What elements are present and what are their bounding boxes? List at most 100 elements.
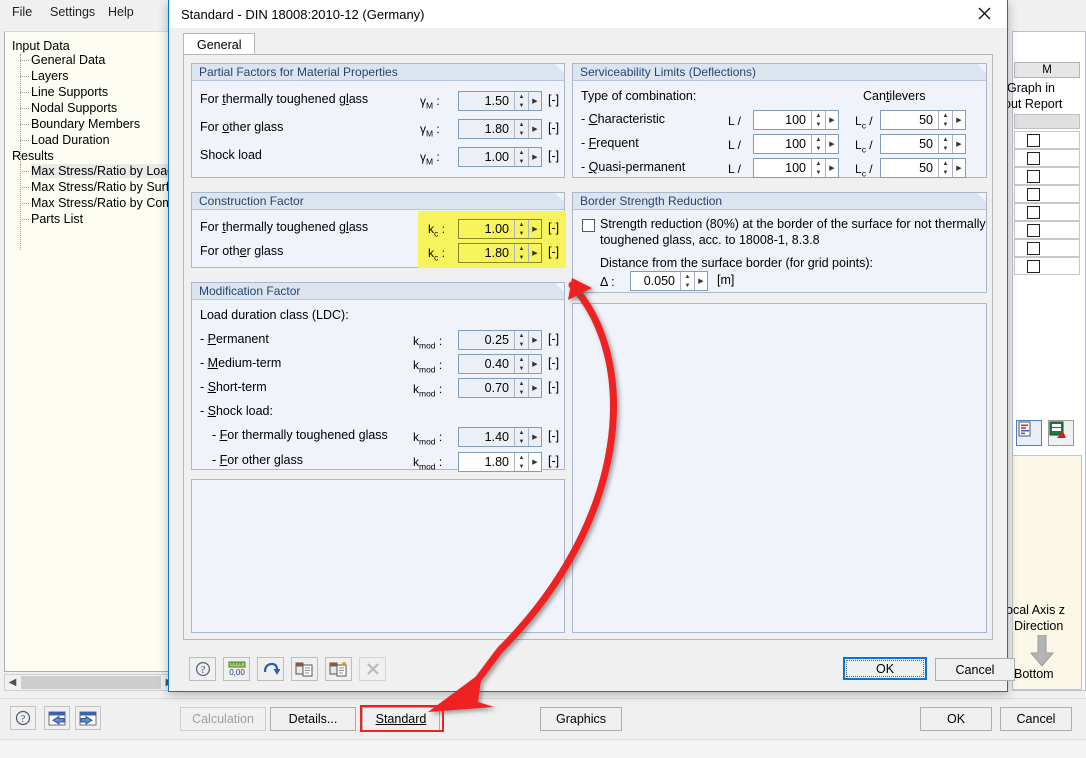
cf-row1-spinner[interactable]: ▲▼	[514, 244, 528, 262]
pf-row0-more[interactable]: ▶	[528, 92, 541, 110]
menu-help[interactable]: Help	[102, 4, 140, 20]
help-icon[interactable]: ?	[10, 706, 36, 730]
svc-row2-lc-more[interactable]: ▶	[952, 159, 965, 177]
cf-row0-more[interactable]: ▶	[528, 220, 541, 238]
mf-row5-more[interactable]: ▶	[528, 453, 541, 471]
pf-row2-spinner[interactable]: ▲▼	[514, 148, 528, 166]
close-icon[interactable]	[961, 0, 1007, 27]
pf-row1-more[interactable]: ▶	[528, 120, 541, 138]
svc-row0-l-more[interactable]: ▶	[825, 111, 838, 129]
sidebar-item-line-supports[interactable]: Line Supports	[31, 85, 108, 99]
svc-row2-lc-spinner[interactable]: ▲▼	[938, 159, 952, 177]
tree-group-results[interactable]: Results	[12, 149, 54, 163]
printout-report-icon[interactable]	[1016, 420, 1042, 446]
svc-row0-lc-more[interactable]: ▶	[952, 111, 965, 129]
next-page-icon[interactable]	[75, 706, 101, 730]
graphics-button[interactable]: Graphics	[540, 707, 622, 731]
mf-row0-input[interactable]: 0.25 ▲▼ ▶	[458, 330, 542, 350]
svc-row0-l-spinner[interactable]: ▲▼	[811, 111, 825, 129]
right-table-row[interactable]	[1014, 167, 1080, 185]
mf-row4-more[interactable]: ▶	[528, 428, 541, 446]
mf-row5-input[interactable]: 1.80 ▲▼ ▶	[458, 452, 542, 472]
mf-row1-more[interactable]: ▶	[528, 355, 541, 373]
export-excel-icon[interactable]	[1048, 420, 1074, 446]
right-table-row-checkbox[interactable]	[1027, 206, 1040, 219]
tab-general[interactable]: General	[183, 33, 255, 55]
svc-row1-lc-more[interactable]: ▶	[952, 135, 965, 153]
right-table-row-checkbox[interactable]	[1027, 242, 1040, 255]
mf-row0-spinner[interactable]: ▲▼	[514, 331, 528, 349]
previous-page-icon[interactable]	[44, 706, 70, 730]
mf-row0-more[interactable]: ▶	[528, 331, 541, 349]
right-table-column-header[interactable]: M	[1014, 62, 1080, 78]
svc-row1-l-spinner[interactable]: ▲▼	[811, 135, 825, 153]
sidebar-item-max-stress-surface[interactable]: Max Stress/Ratio by Surface	[31, 180, 178, 194]
svc-row0-lc-input[interactable]: 50 ▲▼ ▶	[880, 110, 966, 130]
navigator-tree[interactable]: Input Data General Data Layers Line Supp…	[4, 31, 178, 672]
dialog-ok-button[interactable]: OK	[843, 657, 927, 680]
svc-row2-l-input[interactable]: 100 ▲▼ ▶	[753, 158, 839, 178]
right-table-row[interactable]	[1014, 257, 1080, 275]
calculation-button[interactable]: Calculation	[180, 707, 266, 731]
sidebar-item-parts-list[interactable]: Parts List	[31, 212, 83, 226]
sidebar-item-layers[interactable]: Layers	[31, 69, 69, 83]
right-table-row[interactable]	[1014, 149, 1080, 167]
sidebar-item-general-data[interactable]: General Data	[31, 53, 105, 67]
scroll-left-icon[interactable]: ◀	[5, 675, 20, 690]
svc-row1-lc-input[interactable]: 50 ▲▼ ▶	[880, 134, 966, 154]
main-cancel-button[interactable]: Cancel	[1000, 707, 1072, 731]
undo-icon[interactable]	[257, 657, 284, 681]
menu-settings[interactable]: Settings	[44, 4, 101, 20]
pf-row0-input[interactable]: 1.50 ▲▼ ▶	[458, 91, 542, 111]
delta-spinner[interactable]: ▲▼	[680, 272, 694, 290]
cf-row1-more[interactable]: ▶	[528, 244, 541, 262]
delta-input[interactable]: 0.050 ▲▼ ▶	[630, 271, 708, 291]
mf-row2-more[interactable]: ▶	[528, 379, 541, 397]
right-table-row-checkbox[interactable]	[1027, 152, 1040, 165]
menu-file[interactable]: File	[6, 4, 38, 20]
scroll-thumb[interactable]	[21, 676, 161, 689]
mf-row4-spinner[interactable]: ▲▼	[514, 428, 528, 446]
pf-row1-input[interactable]: 1.80 ▲▼ ▶	[458, 119, 542, 139]
mf-row5-spinner[interactable]: ▲▼	[514, 453, 528, 471]
navigator-hscrollbar[interactable]: ◀ ▶	[4, 674, 178, 691]
svc-row1-l-more[interactable]: ▶	[825, 135, 838, 153]
sidebar-item-nodal-supports[interactable]: Nodal Supports	[31, 101, 117, 115]
help-icon[interactable]: ?	[189, 657, 216, 681]
svc-row0-l-input[interactable]: 100 ▲▼ ▶	[753, 110, 839, 130]
right-table-row-checkbox[interactable]	[1027, 188, 1040, 201]
paste-standard-icon[interactable]	[325, 657, 352, 681]
pf-row2-more[interactable]: ▶	[528, 148, 541, 166]
mf-row1-spinner[interactable]: ▲▼	[514, 355, 528, 373]
svc-row1-lc-spinner[interactable]: ▲▼	[938, 135, 952, 153]
delta-more[interactable]: ▶	[694, 272, 707, 290]
svc-row2-lc-input[interactable]: 50 ▲▼ ▶	[880, 158, 966, 178]
copy-standard-icon[interactable]	[291, 657, 318, 681]
details-button[interactable]: Details...	[270, 707, 356, 731]
cf-row1-input[interactable]: 1.80 ▲▼ ▶	[458, 243, 542, 263]
mf-row1-input[interactable]: 0.40 ▲▼ ▶	[458, 354, 542, 374]
sidebar-item-max-stress-composition[interactable]: Max Stress/Ratio by Compositi	[31, 196, 178, 210]
right-table-row-checkbox[interactable]	[1027, 224, 1040, 237]
svc-row2-l-more[interactable]: ▶	[825, 159, 838, 177]
right-table-row[interactable]	[1014, 239, 1080, 257]
sidebar-item-boundary-members[interactable]: Boundary Members	[31, 117, 140, 131]
svc-row1-l-input[interactable]: 100 ▲▼ ▶	[753, 134, 839, 154]
dialog-title-bar[interactable]: Standard - DIN 18008:2010-12 (Germany)	[169, 0, 1007, 28]
pf-row2-input[interactable]: 1.00 ▲▼ ▶	[458, 147, 542, 167]
pf-row0-spinner[interactable]: ▲▼	[514, 92, 528, 110]
svc-row2-l-spinner[interactable]: ▲▼	[811, 159, 825, 177]
svc-row0-lc-spinner[interactable]: ▲▼	[938, 111, 952, 129]
tree-group-input-data[interactable]: Input Data	[12, 39, 70, 53]
sidebar-item-max-stress-loading[interactable]: Max Stress/Ratio by Loading	[31, 164, 178, 178]
sidebar-item-load-duration[interactable]: Load Duration	[31, 133, 110, 147]
right-table-row-checkbox[interactable]	[1027, 170, 1040, 183]
mf-row4-input[interactable]: 1.40 ▲▼ ▶	[458, 427, 542, 447]
right-table-row-checkbox[interactable]	[1027, 260, 1040, 273]
main-ok-button[interactable]: OK	[920, 707, 992, 731]
mf-row2-spinner[interactable]: ▲▼	[514, 379, 528, 397]
mf-row2-input[interactable]: 0.70 ▲▼ ▶	[458, 378, 542, 398]
right-table-row[interactable]	[1014, 221, 1080, 239]
right-table-row-checkbox[interactable]	[1027, 134, 1040, 147]
right-table-row[interactable]	[1014, 131, 1080, 149]
